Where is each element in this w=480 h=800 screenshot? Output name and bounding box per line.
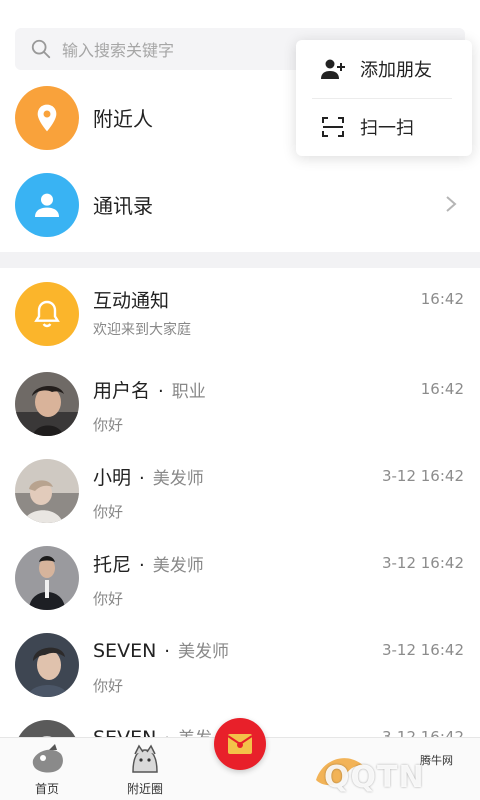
home-tab-icon [32, 744, 63, 773]
separator-dot: · [139, 555, 145, 576]
search-placeholder: 输入搜索关键字 [62, 41, 175, 60]
notice-preview: 欢迎来到大家庭 [93, 322, 191, 338]
contact-job: 美发师 [152, 469, 204, 489]
notice-title: 互动通知 [93, 290, 170, 312]
list-item[interactable]: SEVEN · 美发师 你好 3-12 16:42 [0, 621, 480, 708]
list-item[interactable]: 托尼 · 美发师 你好 3-12 16:42 [0, 534, 480, 621]
message-time: 3-12 16:42 [381, 467, 464, 485]
watermark-brand: 腾牛网 [420, 754, 453, 767]
list-item[interactable]: 小明 · 美发师 你好 3-12 16:42 [0, 447, 480, 534]
avatar [15, 633, 79, 697]
scan-label: 扫一扫 [360, 118, 414, 139]
red-envelope-button[interactable] [214, 718, 266, 770]
chevron-right-icon [446, 196, 457, 212]
person-icon [15, 172, 79, 237]
location-pin-icon [15, 85, 79, 150]
tab-home-label: 首页 [34, 782, 59, 796]
nearby-people-label: 附近人 [93, 107, 153, 131]
contact-name: SEVEN [93, 640, 157, 662]
interaction-notice-row[interactable]: 互动通知 欢迎来到大家庭 16:42 [0, 270, 480, 357]
scan-icon [322, 117, 344, 137]
watermark: QQTN 腾牛网 [270, 744, 480, 800]
contact-name: 小明 [93, 467, 132, 489]
message-time: 3-12 16:42 [381, 554, 464, 572]
message-time: 16:42 [420, 380, 464, 398]
avatar [15, 372, 79, 436]
section-divider [0, 252, 480, 268]
contact-job: 美发师 [178, 642, 230, 662]
tab-nearby-label: 附近圈 [126, 782, 163, 796]
list-item[interactable]: 用户名 · 职业 你好 16:42 [0, 360, 480, 447]
message-preview: 你好 [93, 677, 124, 695]
contact-job: 职业 [171, 382, 206, 402]
contact-job: 美发师 [152, 556, 204, 576]
message-time: 3-12 16:42 [381, 641, 464, 659]
add-menu-popup: 添加朋友 扫一扫 [296, 40, 472, 156]
avatar [15, 546, 79, 610]
separator-dot: · [158, 381, 164, 402]
avatar [15, 459, 79, 523]
red-envelope-icon [227, 734, 253, 754]
watermark-text: QQTN [324, 760, 425, 795]
separator-dot: · [164, 641, 171, 662]
contact-name: 用户名 [93, 380, 151, 402]
message-preview: 你好 [93, 590, 124, 608]
add-friend-menu-item[interactable]: 添加朋友 [296, 40, 472, 98]
add-friend-icon [321, 59, 345, 79]
search-icon [31, 39, 51, 59]
nearby-tab-icon [132, 744, 158, 773]
message-preview: 你好 [93, 503, 124, 521]
tab-home[interactable]: 首页 [12, 742, 82, 798]
contacts-row[interactable]: 通讯录 [0, 161, 480, 248]
contacts-label: 通讯录 [93, 194, 153, 218]
notice-time: 16:42 [420, 290, 464, 308]
scan-menu-item[interactable]: 扫一扫 [296, 98, 472, 156]
message-preview: 你好 [93, 416, 124, 434]
tab-nearby[interactable]: 附近圈 [110, 742, 180, 798]
contact-name: 托尼 [93, 554, 132, 576]
add-friend-label: 添加朋友 [360, 60, 432, 81]
bell-icon [15, 282, 79, 346]
separator-dot: · [139, 468, 145, 489]
